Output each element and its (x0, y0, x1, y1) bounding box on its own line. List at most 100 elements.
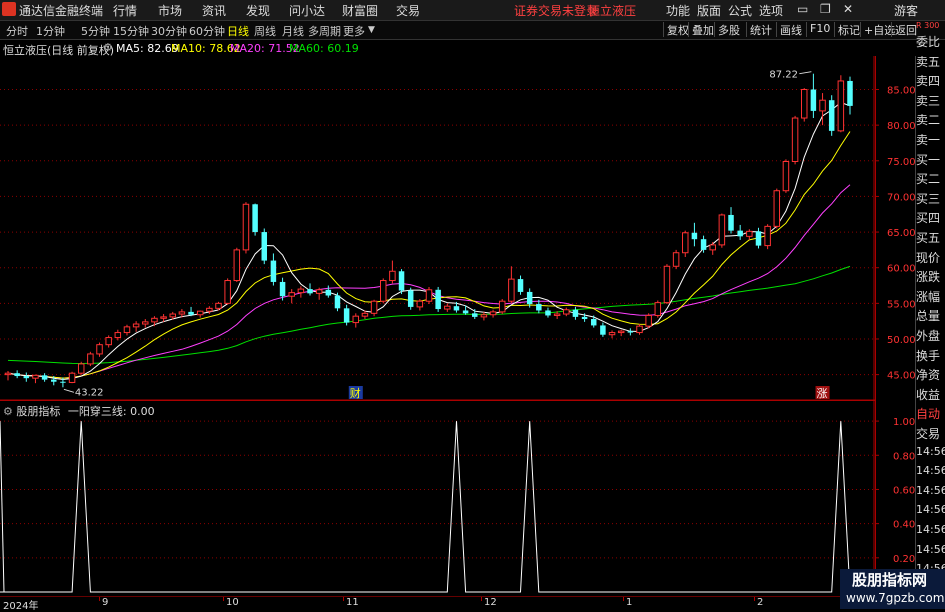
price-chart[interactable]: 87.22 43.22 财 涨 (0, 56, 875, 401)
indicator-chart[interactable] (0, 400, 875, 596)
date-tick (754, 597, 755, 601)
candle-body (242, 203, 250, 251)
menu-wealth[interactable]: 财富圈 (342, 2, 378, 19)
candle-body (224, 280, 231, 304)
candle-body (288, 292, 295, 297)
indicator-name[interactable]: 股朋指标 (16, 405, 60, 418)
menu-ask[interactable]: 问小达 (289, 2, 325, 19)
period-30min[interactable]: 30分钟 (151, 23, 187, 39)
quote-sidebar: R 300 委比 卖五 卖四 卖三 卖二 卖一 买一 买二 买三 买四 买五 现价 涨跌 涨幅 总量 外盘 换手… (916, 21, 945, 596)
sidebar-item: 14:56 (916, 464, 945, 478)
draw-line-button[interactable]: 画线 (776, 22, 805, 37)
candle-body (41, 375, 48, 380)
period-60min[interactable]: 60分钟 (189, 23, 225, 39)
price-tick-label: 70.00 (887, 192, 916, 203)
period-15min[interactable]: 15分钟 (113, 23, 149, 39)
menu-options[interactable]: 选项 (759, 2, 783, 19)
period-daily[interactable]: 日线 (227, 23, 249, 39)
candle-body (4, 372, 12, 376)
sidebar-item: 买一 (916, 152, 941, 167)
candle-body (60, 381, 66, 383)
candle-body (196, 310, 204, 316)
settings-gear-icon[interactable]: ⚙ (103, 41, 113, 54)
candle-body (142, 321, 149, 325)
statistics-button[interactable]: 统计 (746, 22, 775, 37)
candle-body (279, 281, 286, 297)
app-logo-icon (2, 2, 16, 16)
trade-login-status[interactable]: 证券交易未登录 (514, 2, 598, 19)
sidebar-item: 总量 (916, 309, 941, 324)
sidebar-item: 14:56 (916, 483, 945, 497)
sidebar-item: 涨跌 (916, 270, 941, 285)
period-multi[interactable]: 多周期 (308, 23, 341, 39)
candle-body (87, 353, 94, 365)
sidebar-item: 卖四 (916, 74, 941, 89)
sidebar-item[interactable]: 交易 (916, 425, 945, 442)
date-tick (343, 597, 344, 601)
ma60-label: MA60: 60.19 (289, 42, 359, 55)
f10-button[interactable]: F10 (806, 22, 833, 37)
menu-formula[interactable]: 公式 (728, 2, 752, 19)
watermark: 股朋指标网 www.7gpzb.com (840, 569, 945, 609)
period-intraday[interactable]: 分时 (6, 23, 28, 39)
menu-function[interactable]: 功能 (666, 2, 690, 19)
indicator-value: 一阳穿三线: 0.00 (67, 405, 155, 418)
period-5min[interactable]: 5分钟 (81, 23, 110, 39)
indicator-title-row: ⚙ 股朋指标 一阳穿三线: 0.00 (3, 403, 155, 419)
menu-market[interactable]: 市场 (158, 2, 182, 19)
sidebar-top-tag: R 300 (916, 21, 940, 30)
restore-icon[interactable]: ❐ (820, 2, 831, 16)
indicator-gear-icon[interactable]: ⚙ (3, 405, 13, 418)
period-monthly[interactable]: 月线 (282, 23, 304, 39)
period-toolbar: 分时 1分钟 5分钟 15分钟 30分钟 60分钟 日线 周线 月线 多周期 更… (0, 21, 945, 40)
candle-body (297, 288, 305, 294)
candle-body (325, 289, 332, 296)
candle-body (800, 89, 808, 119)
candle-body (728, 214, 734, 231)
candle-body (819, 99, 826, 112)
sidebar-item: 买二 (916, 172, 941, 187)
ma20-line (7, 184, 851, 379)
sidebar-item[interactable]: 自动 (916, 405, 945, 422)
indicator-tick-label: 0.40 (893, 520, 915, 531)
candle-body (590, 319, 597, 326)
close-icon[interactable]: ✕ (843, 2, 853, 16)
menu-discover[interactable]: 发现 (246, 2, 270, 19)
minimize-icon[interactable]: ▭ (797, 2, 808, 16)
price-tick-label: 50.00 (887, 335, 916, 346)
candle-body (307, 289, 313, 294)
candle-body (361, 312, 369, 317)
period-more[interactable]: 更多 (343, 23, 365, 39)
indicator-tick-label: 1.00 (893, 417, 915, 428)
mark-button[interactable]: 标记 (834, 22, 863, 37)
multi-stock-button[interactable]: 多股 (714, 22, 743, 37)
candle-body (472, 313, 478, 317)
candle-body (581, 316, 588, 320)
period-weekly[interactable]: 周线 (254, 23, 276, 39)
candle-body (508, 278, 515, 302)
price-axis: 85.00 80.00 75.00 70.00 65.00 60.00 55.00 50.00… (875, 56, 916, 596)
menu-trade[interactable]: 交易 (396, 2, 420, 19)
high-price-arrow (799, 71, 812, 75)
candle-body (536, 304, 542, 311)
candle-body (435, 289, 441, 310)
sidebar-item: 卖五 (916, 54, 941, 69)
watermark-url: www.7gpzb.com (846, 591, 945, 605)
menu-news[interactable]: 资讯 (202, 2, 226, 19)
more-chevron-icon[interactable]: ▼ (368, 25, 375, 35)
indicator-tick-label: 0.20 (893, 554, 915, 565)
price-tick-label: 45.00 (887, 371, 916, 382)
date-label: 9 (102, 597, 109, 608)
overlay-button[interactable]: 叠加 (688, 22, 717, 37)
guest-label[interactable]: 游客 (894, 2, 918, 19)
sidebar-item: 14:56 (916, 523, 945, 536)
date-label: 12 (484, 597, 497, 608)
candle-body (343, 308, 350, 323)
candle-body (810, 89, 817, 111)
menu-layout[interactable]: 版面 (697, 2, 721, 19)
menu-quotes[interactable]: 行情 (113, 2, 137, 19)
candle-body (645, 314, 652, 327)
period-1min[interactable]: 1分钟 (36, 23, 65, 39)
menu-bar: 通达信金融终端 行情 市场 资讯 发现 问小达 财富圈 交易 证券交易未登录 恒… (0, 0, 945, 21)
candle-body (96, 344, 103, 355)
